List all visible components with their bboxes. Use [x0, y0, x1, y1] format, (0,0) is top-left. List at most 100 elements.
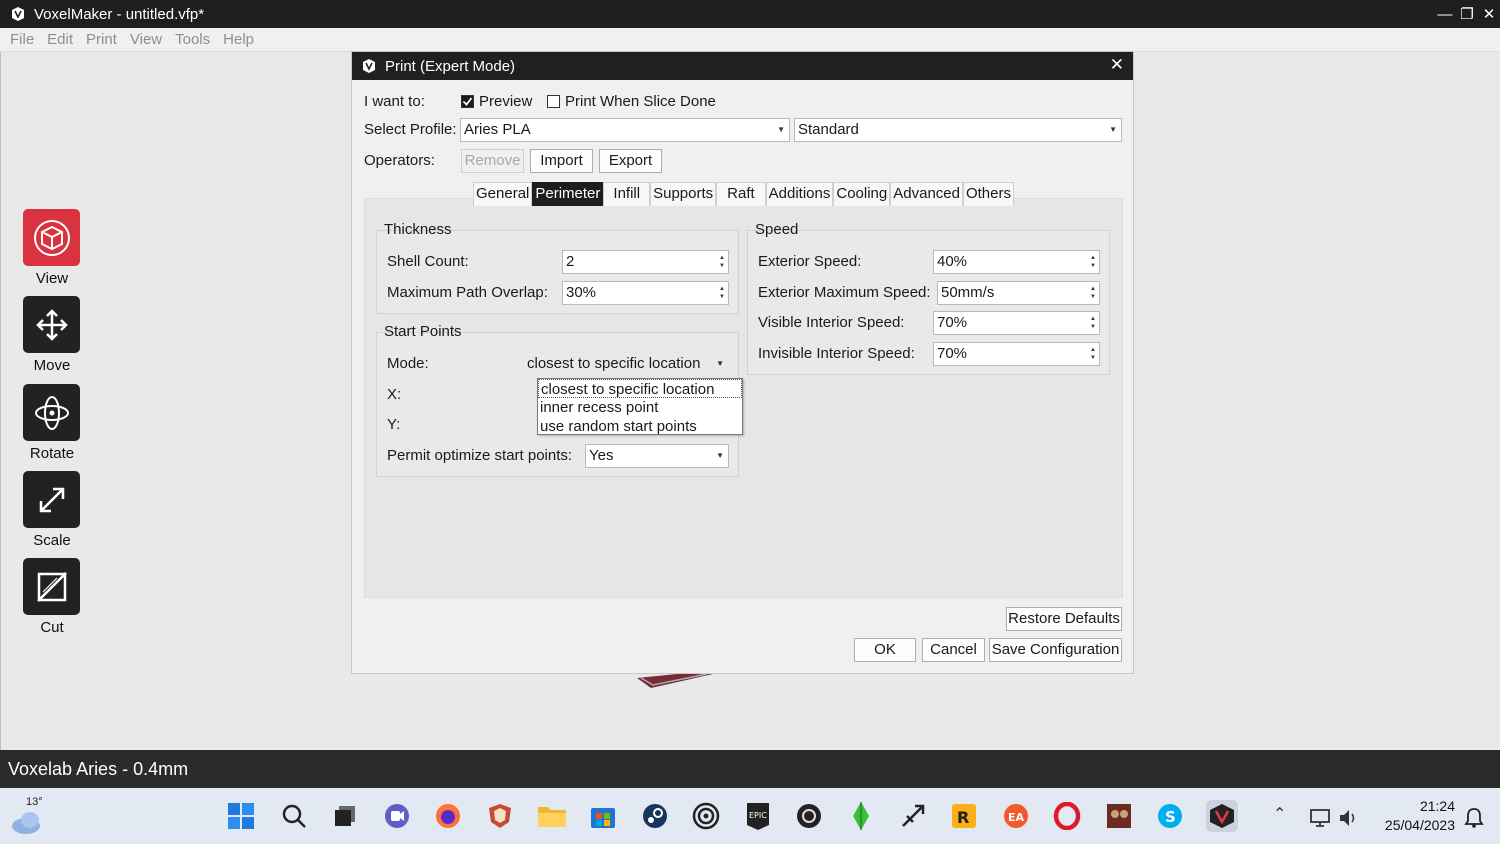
- tab-additions[interactable]: Additions: [765, 182, 834, 206]
- menu-edit[interactable]: Edit: [47, 31, 73, 48]
- print-bed-model: [637, 672, 713, 688]
- restore-button[interactable]: ❐: [1456, 5, 1478, 23]
- spin-down-icon[interactable]: ▼: [1090, 294, 1096, 300]
- weather-temp: 13°: [26, 796, 43, 808]
- chevron-up-icon[interactable]: ⌃: [1273, 804, 1286, 824]
- preview-checkbox-box[interactable]: [461, 95, 474, 108]
- restore-defaults-button[interactable]: Restore Defaults: [1006, 607, 1122, 631]
- checkmark-icon: [462, 97, 473, 106]
- spin-up-icon[interactable]: ▲: [1090, 286, 1096, 292]
- spiral-app-icon[interactable]: [690, 800, 722, 832]
- permit-optimize-select[interactable]: Yes ▼: [585, 444, 729, 468]
- taskbar-clock[interactable]: 21:24 25/04/2023: [1370, 797, 1455, 835]
- opera-icon[interactable]: [1051, 800, 1083, 832]
- tool-rotate[interactable]: Rotate: [23, 384, 81, 462]
- volume-icon[interactable]: [1333, 802, 1365, 834]
- preview-checkbox[interactable]: Preview: [461, 93, 532, 110]
- remove-button[interactable]: Remove: [461, 149, 524, 173]
- view-tool-button[interactable]: [23, 209, 80, 266]
- tool-view[interactable]: View: [23, 209, 81, 287]
- epic-games-icon[interactable]: EPIC: [742, 800, 774, 832]
- search-icon[interactable]: [278, 800, 310, 832]
- invisible-interior-input[interactable]: 70% ▲ ▼: [933, 342, 1100, 366]
- spin-down-icon[interactable]: ▼: [1090, 324, 1096, 330]
- exterior-speed-label: Exterior Speed:: [758, 253, 862, 270]
- tab-general[interactable]: General: [473, 182, 533, 206]
- tab-raft[interactable]: Raft: [716, 182, 766, 206]
- import-button[interactable]: Import: [530, 149, 593, 173]
- sims-plumbob-icon[interactable]: [845, 800, 877, 832]
- svg-text:S: S: [1165, 808, 1176, 826]
- i-want-to-label: I want to:: [364, 93, 425, 110]
- visible-interior-input[interactable]: 70% ▲ ▼: [933, 311, 1100, 335]
- steam-icon[interactable]: [639, 800, 671, 832]
- spin-down-icon[interactable]: ▼: [719, 294, 725, 300]
- firefox-icon[interactable]: [432, 800, 464, 832]
- max-overlap-input[interactable]: 30% ▲ ▼: [562, 281, 729, 305]
- mode-option[interactable]: closest to specific location: [538, 379, 742, 398]
- spin-down-icon[interactable]: ▼: [1090, 355, 1096, 361]
- ok-button[interactable]: OK: [854, 638, 916, 662]
- game-app-icon[interactable]: [793, 800, 825, 832]
- tab-cooling[interactable]: Cooling: [833, 182, 891, 206]
- scale-tool-button[interactable]: [23, 471, 80, 528]
- export-button[interactable]: Export: [599, 149, 662, 173]
- print-when-done-checkbox-box[interactable]: [547, 95, 560, 108]
- task-view-icon[interactable]: [329, 800, 361, 832]
- tab-supports[interactable]: Supports: [650, 182, 717, 206]
- chat-icon[interactable]: [381, 800, 413, 832]
- weather-widget[interactable]: 13°: [10, 796, 50, 836]
- tab-advanced[interactable]: Advanced: [890, 182, 963, 206]
- thickness-title: Thickness: [384, 221, 452, 238]
- chevron-down-icon: ▼: [777, 125, 785, 134]
- spin-up-icon[interactable]: ▲: [1090, 255, 1096, 261]
- move-tool-button[interactable]: [23, 296, 80, 353]
- tool-cut[interactable]: Cut: [23, 558, 81, 636]
- menu-view[interactable]: View: [130, 31, 162, 48]
- close-window-button[interactable]: ✕: [1478, 5, 1500, 23]
- profile-select[interactable]: Aries PLA ▼: [460, 118, 790, 142]
- game-sword-icon[interactable]: [897, 800, 929, 832]
- shield-app-icon[interactable]: [484, 800, 516, 832]
- mode-option[interactable]: use random start points: [538, 417, 742, 436]
- mode-select[interactable]: closest to specific location ▼: [523, 352, 729, 376]
- mode-option[interactable]: inner recess point: [538, 398, 742, 417]
- exterior-max-speed-input[interactable]: 50mm/s ▲ ▼: [937, 281, 1100, 305]
- spin-up-icon[interactable]: ▲: [719, 286, 725, 292]
- print-when-done-checkbox[interactable]: Print When Slice Done: [547, 93, 716, 110]
- dialog-close-icon[interactable]: ✕: [1110, 55, 1124, 75]
- spin-down-icon[interactable]: ▼: [719, 263, 725, 269]
- menu-file[interactable]: File: [10, 31, 34, 48]
- spin-up-icon[interactable]: ▲: [1090, 316, 1096, 322]
- spin-up-icon[interactable]: ▲: [719, 255, 725, 261]
- shell-count-input[interactable]: 2 ▲ ▼: [562, 250, 729, 274]
- notification-icon[interactable]: [1458, 802, 1490, 834]
- tab-others[interactable]: Others: [962, 182, 1014, 206]
- save-configuration-button[interactable]: Save Configuration: [989, 638, 1122, 662]
- tool-scale[interactable]: Scale: [23, 471, 81, 549]
- spin-up-icon[interactable]: ▲: [1090, 347, 1096, 353]
- file-explorer-icon[interactable]: [536, 800, 568, 832]
- cancel-button[interactable]: Cancel: [922, 638, 985, 662]
- minimize-button[interactable]: —: [1434, 6, 1456, 23]
- tool-scale-label: Scale: [33, 532, 71, 549]
- quality-select[interactable]: Standard ▼: [794, 118, 1122, 142]
- tool-move[interactable]: Move: [23, 296, 81, 374]
- exterior-speed-input[interactable]: 40% ▲ ▼: [933, 250, 1100, 274]
- rotate-tool-button[interactable]: [23, 384, 80, 441]
- skype-icon[interactable]: S: [1154, 800, 1186, 832]
- spin-down-icon[interactable]: ▼: [1090, 263, 1096, 269]
- rockstar-icon[interactable]: R: [948, 800, 980, 832]
- tab-infill[interactable]: Infill: [603, 182, 651, 206]
- game-poster-icon[interactable]: [1103, 800, 1135, 832]
- microsoft-store-icon[interactable]: [587, 800, 619, 832]
- menu-tools[interactable]: Tools: [175, 31, 210, 48]
- ea-icon[interactable]: EA: [1000, 800, 1032, 832]
- menu-help[interactable]: Help: [223, 31, 254, 48]
- menu-print[interactable]: Print: [86, 31, 117, 48]
- voxelmaker-taskbar-icon[interactable]: [1206, 800, 1238, 832]
- cut-tool-button[interactable]: [23, 558, 80, 615]
- start-menu-icon[interactable]: [225, 800, 257, 832]
- tab-perimeter[interactable]: Perimeter: [532, 182, 604, 206]
- settings-tabs: General Perimeter Infill Supports Raft A…: [473, 182, 1014, 206]
